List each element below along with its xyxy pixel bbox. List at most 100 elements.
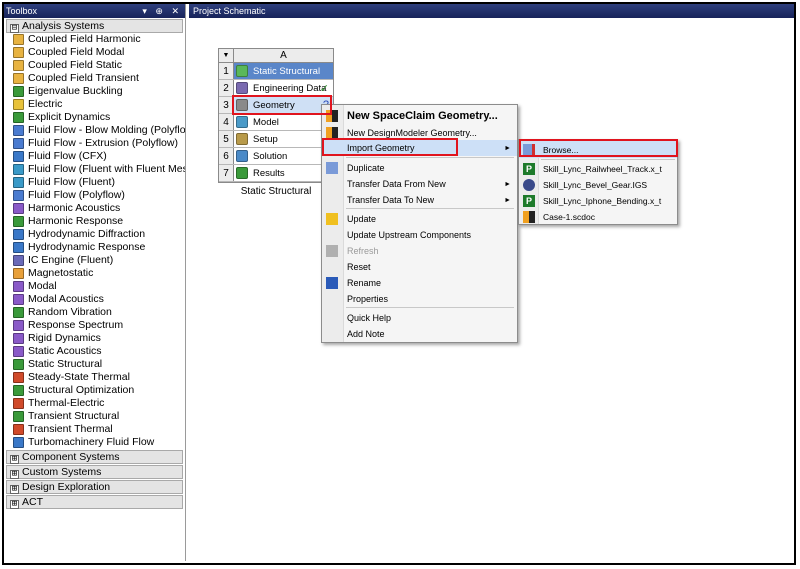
toolbox-item[interactable]: Static Structural <box>13 358 185 371</box>
analysis-system-icon <box>13 411 24 422</box>
menu-item-duplicate[interactable]: Duplicate <box>322 160 517 176</box>
group-custom-systems[interactable]: ⊞ Custom Systems <box>6 465 183 479</box>
toolbox-item-label: Explicit Dynamics <box>28 111 111 123</box>
system-cell[interactable]: Model <box>234 114 333 130</box>
row-number: 2 <box>219 80 234 96</box>
toolbox-item-label: Harmonic Acoustics <box>28 202 121 214</box>
menu-item-properties[interactable]: Properties <box>322 291 517 307</box>
toolbox-item[interactable]: Hydrodynamic Response <box>13 241 185 254</box>
toolbox-item-label: Hydrodynamic Diffraction <box>28 228 146 240</box>
recent-file-item[interactable]: Skill_Lync_Bevel_Gear.IGS <box>519 176 677 193</box>
toolbox-item[interactable]: Rigid Dynamics <box>13 332 185 345</box>
menu-item-refresh[interactable]: Refresh <box>322 243 517 259</box>
toolbox-item[interactable]: IC Engine (Fluent) <box>13 254 185 267</box>
toolbox-item[interactable]: Harmonic Acoustics <box>13 202 185 215</box>
browse-item[interactable]: Browse... <box>519 141 677 158</box>
group-component-systems[interactable]: ⊞ Component Systems <box>6 450 183 464</box>
expand-icon[interactable]: ⊞ <box>10 470 19 479</box>
system-name-label[interactable]: Static Structural <box>218 186 334 197</box>
toolbox-item[interactable]: Fluid Flow (CFX) <box>13 150 185 163</box>
toolbox-item[interactable]: Eigenvalue Buckling <box>13 85 185 98</box>
rename-icon <box>326 277 338 289</box>
toolbox-item[interactable]: Coupled Field Modal <box>13 46 185 59</box>
expand-icon[interactable]: ⊞ <box>10 500 19 509</box>
toolbox-item[interactable]: Fluid Flow (Fluent) <box>13 176 185 189</box>
group-design-exploration[interactable]: ⊞ Design Exploration <box>6 480 183 494</box>
menu-item-reset[interactable]: Reset <box>322 259 517 275</box>
system-cell-row[interactable]: 6 Solution <box>219 148 333 165</box>
recent-file-item[interactable]: P Skill_Lync_Railwheel_Track.x_t <box>519 160 677 177</box>
analysis-system-icon <box>13 333 24 344</box>
toolbox-item-label: Static Acoustics <box>28 345 102 357</box>
submenu-item-label: Case-1.scdoc <box>543 211 595 222</box>
system-cell[interactable]: Geometry? <box>234 97 333 113</box>
toolbox-item-label: Fluid Flow - Extrusion (Polyflow) <box>28 137 178 149</box>
toolbox-item-label: Modal <box>28 280 57 292</box>
recent-file-item[interactable]: Case-1.scdoc <box>519 208 677 225</box>
analysis-system-icon <box>13 190 24 201</box>
system-menu-icon[interactable]: ▼ <box>219 49 234 62</box>
toolbox-item[interactable]: Turbomachinery Fluid Flow <box>13 436 185 449</box>
recent-file-item[interactable]: P Skill_Lync_Iphone_Bending.x_t <box>519 192 677 209</box>
analysis-system-icon <box>13 203 24 214</box>
toolbox-item[interactable]: Fluid Flow (Fluent with Fluent Meshing) <box>13 163 185 176</box>
menu-item-new-designmodeler-geometry[interactable]: New DesignModeler Geometry... <box>322 125 517 141</box>
group-analysis-systems[interactable]: ⊟ Analysis Systems <box>6 19 183 33</box>
menu-item-import-geometry[interactable]: Import Geometry ► <box>322 140 517 156</box>
collapse-icon[interactable]: ⊟ <box>10 24 19 33</box>
system-cell-row[interactable]: 2 Engineering Data ✓ <box>219 80 333 97</box>
menu-item-new-spaceclaim-geometry[interactable]: New SpaceClaim Geometry... <box>322 108 517 124</box>
system-cell-row[interactable]: 7 Results <box>219 165 333 182</box>
toolbox-item[interactable]: Transient Structural <box>13 410 185 423</box>
toolbox-item[interactable]: Fluid Flow - Blow Molding (Polyflow) <box>13 124 185 137</box>
system-cell-row[interactable]: 1 Static Structural <box>219 63 333 80</box>
system-cell-row[interactable]: 3Geometry? <box>219 97 333 114</box>
toolbox-item[interactable]: Fluid Flow (Polyflow) <box>13 189 185 202</box>
toolbox-item[interactable]: Fluid Flow - Extrusion (Polyflow) <box>13 137 185 150</box>
cell-icon <box>236 82 248 94</box>
panel-controls[interactable]: ▾ ⊕ ✕ <box>142 4 182 18</box>
expand-icon[interactable]: ⊞ <box>10 485 19 494</box>
toolbox-item[interactable]: Steady-State Thermal <box>13 371 185 384</box>
toolbox-item[interactable]: Modal Acoustics <box>13 293 185 306</box>
menu-item-add-note[interactable]: Add Note <box>322 326 517 342</box>
group-act[interactable]: ⊞ ACT <box>6 495 183 509</box>
toolbox-item[interactable]: Coupled Field Transient <box>13 72 185 85</box>
system-cell-row[interactable]: 5 Setup <box>219 131 333 148</box>
toolbox-item[interactable]: Static Acoustics <box>13 345 185 358</box>
system-block[interactable]: ▼ A 1 Static Structural 2 Engineering Data ✓… <box>218 48 334 183</box>
toolbox-item[interactable]: Magnetostatic <box>13 267 185 280</box>
menu-item-update-upstream-components[interactable]: Update Upstream Components <box>322 227 517 243</box>
toolbox-item[interactable]: Structural Optimization <box>13 384 185 397</box>
toolbox-item-label: Fluid Flow - Blow Molding (Polyflow) <box>28 124 185 136</box>
toolbox-item[interactable]: Coupled Field Harmonic <box>13 33 185 46</box>
lightning-icon <box>326 213 338 225</box>
iges-icon <box>523 179 535 191</box>
system-cell[interactable]: Solution <box>234 148 333 164</box>
expand-icon[interactable]: ⊞ <box>10 455 19 464</box>
toolbox-item[interactable]: Random Vibration <box>13 306 185 319</box>
system-cell[interactable]: Results <box>234 165 333 181</box>
menu-item-transfer-data-from-new[interactable]: Transfer Data From New ► <box>322 176 517 192</box>
menu-separator <box>346 208 514 209</box>
system-cell[interactable]: Static Structural <box>234 63 333 79</box>
system-cell-row[interactable]: 4 Model <box>219 114 333 131</box>
menu-item-label: Add Note <box>347 329 385 339</box>
menu-item-update[interactable]: Update <box>322 211 517 227</box>
system-cell[interactable]: Engineering Data ✓ <box>234 80 333 96</box>
toolbox-item[interactable]: Hydrodynamic Diffraction <box>13 228 185 241</box>
toolbox-item[interactable]: Response Spectrum <box>13 319 185 332</box>
toolbox-item[interactable]: Electric <box>13 98 185 111</box>
toolbox-item-label: IC Engine (Fluent) <box>28 254 114 266</box>
menu-item-transfer-data-to-new[interactable]: Transfer Data To New ► <box>322 192 517 208</box>
menu-item-rename[interactable]: Rename <box>322 275 517 291</box>
system-cell[interactable]: Setup <box>234 131 333 147</box>
toolbox-item[interactable]: Transient Thermal <box>13 423 185 436</box>
menu-item-quick-help[interactable]: Quick Help <box>322 310 517 326</box>
toolbox-item[interactable]: Harmonic Response <box>13 215 185 228</box>
toolbox-item[interactable]: Thermal-Electric <box>13 397 185 410</box>
toolbox-item[interactable]: Explicit Dynamics <box>13 111 185 124</box>
row-number: 5 <box>219 131 234 147</box>
toolbox-item[interactable]: Modal <box>13 280 185 293</box>
toolbox-item[interactable]: Coupled Field Static <box>13 59 185 72</box>
